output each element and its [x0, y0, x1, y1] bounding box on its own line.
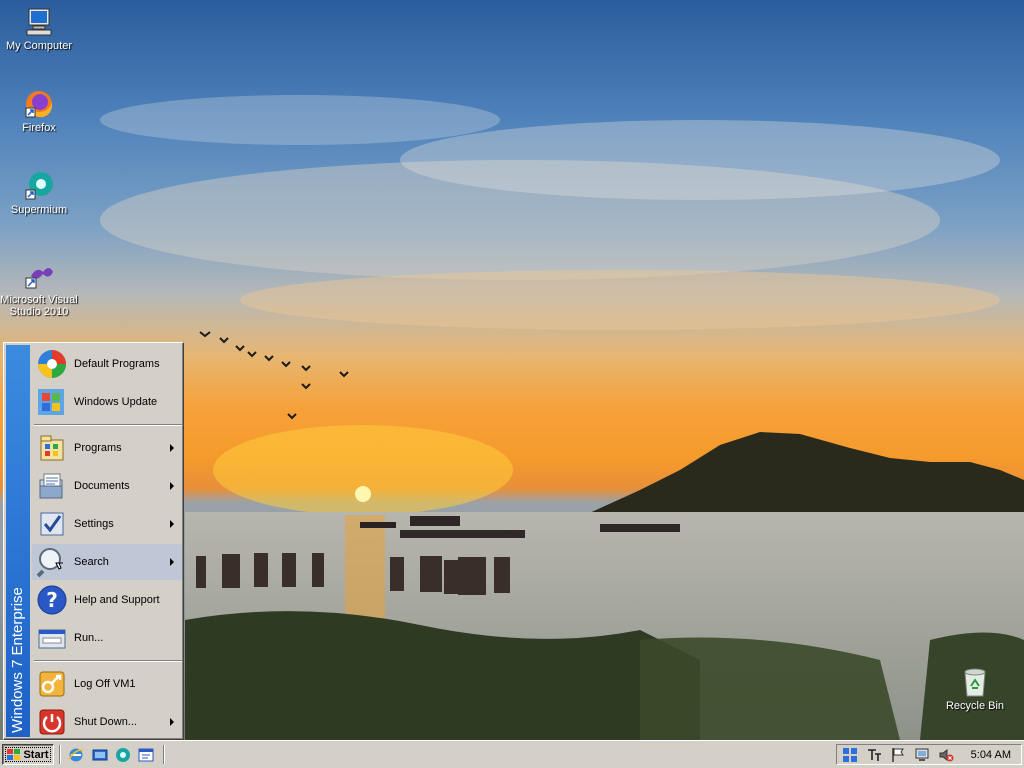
- supermium-icon: [25, 172, 53, 200]
- menu-item-label: Default Programs: [74, 358, 160, 370]
- settings-icon: [40, 512, 64, 536]
- clock[interactable]: 5:04 AM: [971, 749, 1011, 761]
- desktop-icon-label: Recycle Bin: [945, 700, 1005, 712]
- quick-launch-divider: [59, 745, 61, 764]
- menu-item-label: Run...: [74, 632, 104, 644]
- desktop-icon-label: Firefox: [22, 122, 56, 134]
- menu-item-run[interactable]: Run...: [32, 620, 182, 656]
- recycle-bin-icon: [964, 668, 986, 697]
- submenu-arrow-icon: [170, 444, 174, 452]
- supermium-icon[interactable]: [115, 747, 131, 763]
- desktop-icon-visual-studio[interactable]: Microsoft Visual Studio 2010: [0, 260, 81, 318]
- windows-update-icon: [38, 389, 64, 415]
- input-method-icon[interactable]: [866, 747, 882, 763]
- menu-item-label: Help and Support: [74, 594, 160, 606]
- desktop-icon-firefox[interactable]: Firefox: [0, 88, 81, 134]
- firefox-icon: [25, 91, 53, 118]
- documents-icon: [39, 473, 63, 499]
- quick-launch-divider: [163, 745, 165, 764]
- desktop-icon-label: Microsoft Visual Studio 2010: [0, 294, 78, 318]
- start-button[interactable]: Start: [2, 744, 54, 765]
- log-off-icon: [39, 671, 65, 697]
- flag-icon[interactable]: [890, 747, 906, 763]
- menu-item-label: Documents: [74, 480, 130, 492]
- windows-logo-icon[interactable]: [842, 747, 858, 763]
- menu-item-settings[interactable]: Settings: [32, 506, 182, 542]
- menu-item-label: Programs: [74, 442, 122, 454]
- start-menu: Windows 7 Enterprise Default Programs Wi…: [3, 342, 184, 740]
- menu-item-programs[interactable]: Programs: [32, 430, 182, 466]
- menu-separator: [34, 660, 182, 662]
- internet-explorer-icon[interactable]: [68, 747, 84, 763]
- submenu-arrow-icon: [170, 520, 174, 528]
- menu-item-label: Log Off VM1: [74, 678, 136, 690]
- menu-item-label: Settings: [74, 518, 114, 530]
- submenu-arrow-icon: [170, 558, 174, 566]
- volume-muted-icon[interactable]: [938, 747, 954, 763]
- explorer-window-icon[interactable]: [138, 747, 154, 763]
- menu-item-label: Windows Update: [74, 396, 158, 408]
- menu-item-default-programs[interactable]: Default Programs: [32, 346, 182, 382]
- menu-item-help-and-support[interactable]: ? Help and Support: [32, 582, 182, 618]
- programs-icon: [40, 435, 64, 461]
- my-computer-icon: [26, 8, 52, 36]
- menu-item-windows-update[interactable]: Windows Update: [32, 384, 182, 420]
- system-tray: 5:04 AM: [836, 744, 1022, 765]
- submenu-arrow-icon: [170, 718, 174, 726]
- shut-down-icon: [39, 709, 65, 735]
- menu-item-search[interactable]: Search: [32, 544, 182, 580]
- start-menu-banner-text: Windows 7 Enterprise: [9, 587, 26, 733]
- menu-item-label: Shut Down...: [74, 716, 137, 728]
- desktop-icon-label: Supermium: [10, 204, 68, 216]
- windows-flag-icon: [7, 748, 21, 760]
- menu-item-label: Search: [74, 556, 109, 568]
- desktop-icon-my-computer[interactable]: My Computer: [0, 6, 81, 52]
- menu-item-shut-down[interactable]: Shut Down...: [32, 704, 182, 740]
- show-desktop-icon[interactable]: [92, 747, 108, 763]
- desktop-icon-recycle-bin[interactable]: Recycle Bin: [933, 666, 1017, 712]
- help-icon: ?: [37, 585, 67, 615]
- desktop-icon-label: My Computer: [5, 40, 73, 52]
- default-programs-icon: [38, 350, 66, 378]
- network-icon[interactable]: [914, 747, 930, 763]
- taskbar: Start 5:04 AM: [0, 740, 1024, 768]
- desktop-icon-supermium[interactable]: Supermium: [0, 170, 81, 216]
- submenu-arrow-icon: [170, 482, 174, 490]
- start-menu-banner: Windows 7 Enterprise: [6, 345, 30, 737]
- run-icon: [38, 629, 66, 649]
- menu-separator: [34, 424, 182, 426]
- start-button-label: Start: [23, 748, 49, 761]
- menu-item-documents[interactable]: Documents: [32, 468, 182, 504]
- menu-item-log-off[interactable]: Log Off VM1: [32, 666, 182, 702]
- search-icon: [36, 548, 63, 578]
- visual-studio-icon: [25, 268, 53, 289]
- svg-text:?: ?: [46, 588, 58, 612]
